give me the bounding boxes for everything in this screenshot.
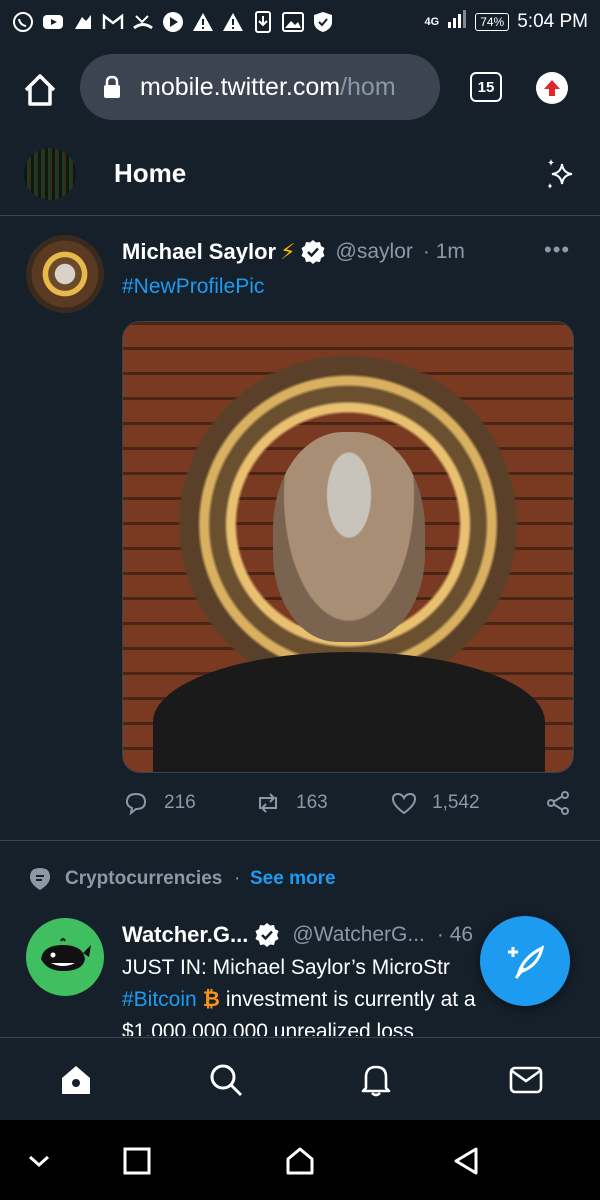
download-icon [252, 11, 274, 33]
url-host: mobile.twitter.com [140, 72, 341, 101]
verified-badge-icon [301, 240, 325, 264]
status-bar: 4G 74% 5:04 PM [0, 0, 600, 44]
warning-icon [222, 11, 244, 33]
image-subject-face [273, 432, 425, 642]
network-indicator: 4G [424, 16, 440, 28]
url-path: /hom [340, 72, 396, 101]
topic-row: Cryptocurrencies · See more [0, 858, 600, 902]
image-icon [282, 11, 304, 33]
tweet-author-line: Watcher.G... @WatcherG... · 46 [122, 922, 473, 948]
tweet-hashtag[interactable]: #NewProfilePic [122, 275, 264, 299]
retweet-count: 163 [296, 792, 328, 813]
topic-icon [30, 868, 50, 890]
browser-home-button[interactable] [20, 70, 60, 110]
android-home-icon[interactable] [285, 1146, 315, 1176]
address-bar[interactable]: mobile.twitter.com/hom [80, 54, 440, 120]
share-button[interactable] [544, 789, 572, 817]
android-navigation-bar [0, 1120, 600, 1200]
app-icon [72, 11, 94, 33]
image-subject-shirt [153, 652, 545, 772]
home-nav-icon[interactable] [58, 1062, 94, 1098]
lock-icon [104, 75, 120, 98]
tweet-author-handle[interactable]: @WatcherG... [292, 923, 425, 947]
topic-separator: · [234, 868, 241, 889]
clock: 5:04 PM [517, 11, 588, 32]
tweet-author-handle[interactable]: @saylor [336, 240, 413, 264]
tweet-text-line: $1,000,000,000 unrealized loss [122, 1020, 414, 1036]
home-icon [24, 74, 56, 106]
play-icon [162, 11, 184, 33]
sparkle-icon[interactable] [542, 156, 578, 192]
youtube-icon [42, 11, 64, 33]
tweet-image[interactable] [122, 321, 574, 773]
tab-switcher-button[interactable]: 15 [470, 72, 502, 102]
retweet-icon [259, 793, 277, 813]
tweet-actions: 216 163 1,542 [122, 789, 574, 825]
compose-tweet-button[interactable] [480, 916, 570, 1006]
warning-icon [192, 11, 214, 33]
chevron-down-icon[interactable] [24, 1146, 54, 1176]
missed-call-icon [132, 11, 154, 33]
url-text: mobile.twitter.com/hom [140, 73, 396, 102]
shield-icon [312, 11, 334, 33]
tweet-author-avatar[interactable] [26, 235, 104, 313]
signal-icon [447, 10, 467, 34]
messages-nav-icon[interactable] [508, 1062, 544, 1098]
tweet[interactable]: Michael Saylor ⚡ @saylor · 1m ••• #NewPr… [0, 217, 600, 841]
retweet-button[interactable]: 163 [254, 789, 328, 817]
battery-indicator: 74% [475, 13, 510, 31]
notifications-nav-icon[interactable] [358, 1062, 394, 1098]
heart-icon [391, 792, 417, 815]
reply-icon [125, 792, 147, 816]
tweet-author-name[interactable]: Watcher.G... [122, 922, 248, 948]
reply-button[interactable]: 216 [122, 789, 196, 817]
notification-icons [12, 11, 334, 33]
search-nav-icon[interactable] [208, 1062, 244, 1098]
tweet-text-line: JUST IN: Michael Saylor’s MicroStr [122, 956, 450, 979]
like-button[interactable]: 1,542 [390, 789, 480, 817]
whatsapp-icon [12, 11, 34, 33]
recents-icon[interactable] [122, 1146, 152, 1176]
reply-count: 216 [164, 792, 196, 813]
tweet-timestamp[interactable]: · 46 [437, 923, 473, 947]
tab-count: 15 [477, 78, 495, 96]
verified-badge-icon [255, 923, 279, 947]
tweet-timestamp[interactable]: · 1m [423, 240, 465, 264]
bitcoin-emoji: ₿ [202, 988, 220, 1011]
page-title: Home [114, 158, 187, 188]
timeline-header: Home [0, 134, 600, 216]
topic-label[interactable]: Cryptocurrencies [65, 868, 222, 890]
back-icon[interactable] [452, 1146, 482, 1176]
user-avatar[interactable] [24, 148, 76, 200]
browser-toolbar: mobile.twitter.com/hom 15 [0, 44, 600, 134]
tweet-text: investment is currently at a [225, 988, 476, 1011]
see-more-link[interactable]: See more [250, 868, 336, 890]
share-icon [547, 791, 569, 815]
tweet-author-avatar[interactable] [26, 918, 104, 996]
tweet-author-name[interactable]: Michael Saylor [122, 239, 276, 265]
tweet-text-line: #Bitcoin ₿ investment is currently at a [122, 988, 476, 1012]
compose-feather-icon [508, 945, 545, 979]
tweet-author-line: Michael Saylor ⚡ @saylor · 1m [122, 239, 465, 265]
lightning-emoji: ⚡ [280, 239, 296, 264]
arrow-up-icon [544, 80, 560, 96]
whale-icon [41, 938, 91, 971]
bottom-navigation [0, 1037, 600, 1120]
more-options-icon[interactable]: ••• [544, 237, 570, 263]
tweet-hashtag[interactable]: #Bitcoin [122, 988, 197, 1011]
like-count: 1,542 [432, 792, 480, 813]
gmail-icon [102, 11, 124, 33]
update-button[interactable] [536, 72, 568, 104]
